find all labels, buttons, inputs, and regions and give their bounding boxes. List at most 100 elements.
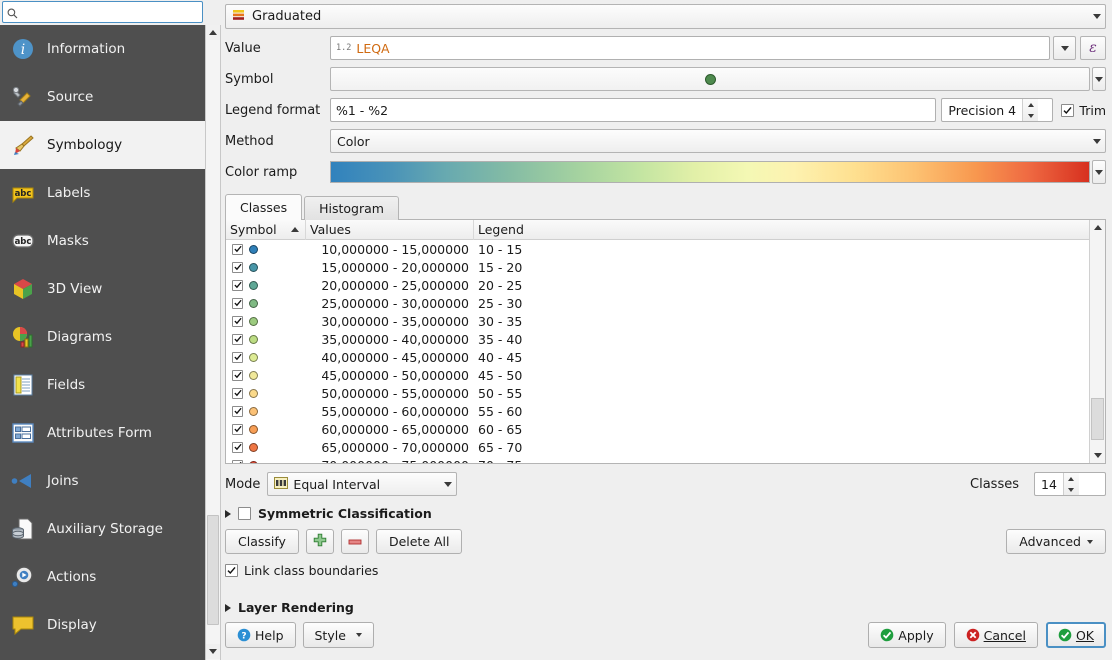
delete-class-button[interactable] xyxy=(340,529,369,554)
sidebar-item-source[interactable]: Source xyxy=(0,73,205,121)
classes-spinbox[interactable]: 14 xyxy=(1034,472,1106,496)
class-color-swatch[interactable] xyxy=(249,442,258,452)
advanced-button[interactable]: Advanced xyxy=(1006,529,1106,554)
class-legend-cell[interactable]: 10 - 15 xyxy=(474,242,1089,257)
class-symbol-cell[interactable] xyxy=(226,423,306,435)
class-symbol-cell[interactable] xyxy=(226,441,306,453)
class-values-cell[interactable]: 15,000000 - 20,000000 xyxy=(306,260,474,275)
class-values-cell[interactable]: 10,000000 - 15,000000 xyxy=(306,242,474,257)
table-row[interactable]: 45,000000 - 50,000000 45 - 50 xyxy=(226,366,1089,384)
class-enabled-checkbox[interactable] xyxy=(232,333,243,345)
ok-button[interactable]: OK xyxy=(1045,622,1106,648)
classes-stepper[interactable] xyxy=(1062,473,1079,495)
sidebar-item-joins[interactable]: Joins xyxy=(0,457,205,505)
main-panel-scrollbar[interactable] xyxy=(205,25,221,660)
style-button[interactable]: Style xyxy=(302,622,374,648)
class-color-swatch[interactable] xyxy=(249,424,258,434)
chevron-down-icon[interactable] xyxy=(1093,138,1101,144)
scrollbar-thumb[interactable] xyxy=(207,515,219,625)
class-enabled-checkbox[interactable] xyxy=(232,369,243,381)
class-symbol-cell[interactable] xyxy=(226,369,306,381)
class-enabled-checkbox[interactable] xyxy=(232,441,243,453)
class-color-swatch[interactable] xyxy=(249,262,258,272)
symbol-preview-button[interactable] xyxy=(330,67,1090,91)
sidebar-item-masks[interactable]: abc Masks xyxy=(0,217,205,265)
chevron-down-icon[interactable] xyxy=(1087,539,1093,544)
sidebar-item-symbology[interactable]: Symbology xyxy=(0,121,205,169)
class-symbol-cell[interactable] xyxy=(226,297,306,309)
chevron-down-icon[interactable] xyxy=(1093,14,1101,19)
chevron-down-icon[interactable] xyxy=(444,481,453,487)
class-enabled-checkbox[interactable] xyxy=(232,279,243,291)
precision-stepper[interactable] xyxy=(1022,99,1039,121)
class-color-swatch[interactable] xyxy=(249,460,258,463)
symbol-options-button[interactable] xyxy=(1092,67,1106,91)
symmetric-classification-checkbox[interactable] xyxy=(238,507,251,520)
class-color-swatch[interactable] xyxy=(249,280,258,290)
sidebar-item-display[interactable]: Display xyxy=(0,601,205,649)
sidebar-item-rendering[interactable]: Rendering xyxy=(0,649,205,660)
sidebar-item-attributes-form[interactable]: Attributes Form xyxy=(0,409,205,457)
classes-up-icon[interactable] xyxy=(1064,473,1079,484)
class-symbol-cell[interactable] xyxy=(226,387,306,399)
class-color-swatch[interactable] xyxy=(249,370,258,380)
scroll-up-arrow-icon[interactable] xyxy=(206,25,220,40)
scroll-down-arrow-icon[interactable] xyxy=(206,644,220,659)
class-color-swatch[interactable] xyxy=(249,244,258,254)
class-symbol-cell[interactable] xyxy=(226,351,306,363)
mode-combo[interactable]: Equal Interval xyxy=(267,472,458,496)
classes-down-icon[interactable] xyxy=(1064,484,1079,495)
epsilon-expression-icon[interactable]: ɛ xyxy=(1080,36,1106,60)
class-legend-cell[interactable]: 70 - 75 xyxy=(474,458,1089,464)
method-combo[interactable]: Color xyxy=(330,129,1106,153)
layer-rendering-section[interactable]: Layer Rendering xyxy=(225,600,1106,615)
delete-all-button[interactable]: Delete All xyxy=(375,529,463,554)
classify-button[interactable]: Classify xyxy=(225,529,299,554)
class-color-swatch[interactable] xyxy=(249,334,258,344)
class-legend-cell[interactable]: 20 - 25 xyxy=(474,278,1089,293)
class-symbol-cell[interactable] xyxy=(226,315,306,327)
sidebar-item-diagrams[interactable]: Diagrams xyxy=(0,313,205,361)
sidebar-item-3d-view[interactable]: 3D View xyxy=(0,265,205,313)
table-row[interactable]: 15,000000 - 20,000000 15 - 20 xyxy=(226,258,1089,276)
class-enabled-checkbox[interactable] xyxy=(232,315,243,327)
search-input[interactable] xyxy=(23,3,198,21)
class-values-cell[interactable]: 60,000000 - 65,000000 xyxy=(306,422,474,437)
sidebar-item-auxiliary-storage[interactable]: Auxiliary Storage xyxy=(0,505,205,553)
precision-down-icon[interactable] xyxy=(1023,110,1038,121)
class-symbol-cell[interactable] xyxy=(226,243,306,255)
class-enabled-checkbox[interactable] xyxy=(232,387,243,399)
cancel-button[interactable]: Cancel xyxy=(953,622,1038,648)
table-row[interactable]: 60,000000 - 65,000000 60 - 65 xyxy=(226,420,1089,438)
class-values-cell[interactable]: 50,000000 - 55,000000 xyxy=(306,386,474,401)
renderer-type-combo[interactable]: Graduated xyxy=(225,4,1106,29)
table-row[interactable]: 40,000000 - 45,000000 40 - 45 xyxy=(226,348,1089,366)
class-legend-cell[interactable]: 40 - 45 xyxy=(474,350,1089,365)
expand-triangle-icon[interactable] xyxy=(225,509,231,518)
class-legend-cell[interactable]: 25 - 30 xyxy=(474,296,1089,311)
class-symbol-cell[interactable] xyxy=(226,261,306,273)
class-values-cell[interactable]: 35,000000 - 40,000000 xyxy=(306,332,474,347)
value-dropdown-button[interactable] xyxy=(1053,36,1076,60)
class-legend-cell[interactable]: 55 - 60 xyxy=(474,404,1089,419)
precision-spinbox[interactable]: Precision 4 xyxy=(941,98,1054,122)
help-button[interactable]: ? Help xyxy=(225,622,296,648)
class-enabled-checkbox[interactable] xyxy=(232,351,243,363)
class-symbol-cell[interactable] xyxy=(226,333,306,345)
table-row[interactable]: 50,000000 - 55,000000 50 - 55 xyxy=(226,384,1089,402)
column-header-symbol[interactable]: Symbol xyxy=(226,220,306,240)
class-values-cell[interactable]: 55,000000 - 60,000000 xyxy=(306,404,474,419)
class-color-swatch[interactable] xyxy=(249,298,258,308)
table-row[interactable]: 65,000000 - 70,000000 65 - 70 xyxy=(226,438,1089,456)
class-values-cell[interactable]: 65,000000 - 70,000000 xyxy=(306,440,474,455)
tab-histogram[interactable]: Histogram xyxy=(304,196,399,220)
color-ramp-preview[interactable] xyxy=(330,161,1090,183)
class-values-cell[interactable]: 70,000000 - 75,000000 xyxy=(306,458,474,464)
sidebar-item-information[interactable]: i Information xyxy=(0,25,205,73)
sidebar-item-actions[interactable]: Actions xyxy=(0,553,205,601)
classes-table-scrollbar[interactable] xyxy=(1089,220,1105,463)
class-values-cell[interactable]: 25,000000 - 30,000000 xyxy=(306,296,474,311)
class-legend-cell[interactable]: 35 - 40 xyxy=(474,332,1089,347)
class-symbol-cell[interactable] xyxy=(226,459,306,463)
class-enabled-checkbox[interactable] xyxy=(232,297,243,309)
